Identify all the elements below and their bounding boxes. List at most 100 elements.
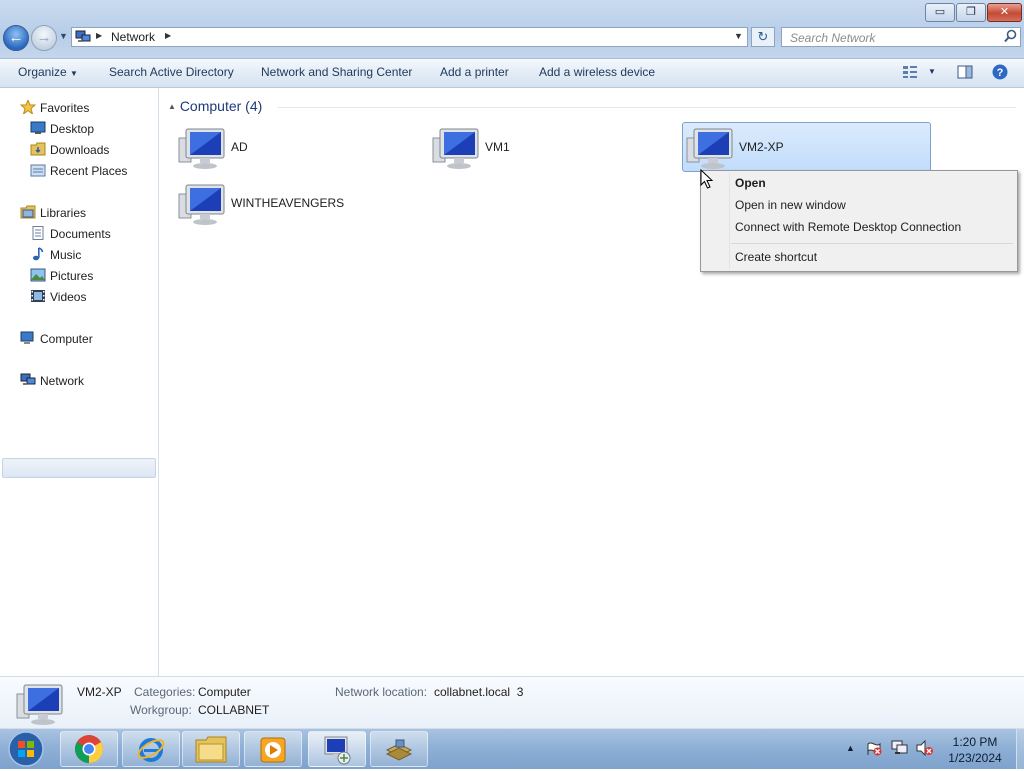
nav-desktop-label: Desktop [50,122,95,136]
volume-muted-icon[interactable] [916,739,934,759]
collapse-arrow-icon[interactable]: ▲ [168,102,176,111]
clock-date: 1/23/2024 [948,751,1002,765]
clock[interactable]: 1:20 PM 1/23/2024 [938,734,1012,766]
selected-nav-highlight [2,458,156,478]
recent-pages-dropdown-icon[interactable]: ▼ [59,31,68,41]
network-status-icon[interactable] [891,740,909,759]
clock-time: 1:20 PM [952,735,998,749]
computer-tile-vm1[interactable]: VM1 [432,122,682,172]
nav-videos[interactable]: Videos [30,289,86,304]
menu-gutter [729,173,730,269]
nav-favorites[interactable]: Favorites [19,98,89,116]
command-bar: Organize ▼ Search Active Directory Netwo… [0,59,1024,88]
computer-name: AD [231,140,248,154]
folder-icon [195,735,227,766]
search-active-directory-button[interactable]: Search Active Directory [109,65,234,79]
add-wireless-device-button[interactable]: Add a wireless device [539,65,655,79]
music-note-icon [30,247,46,261]
nav-downloads[interactable]: Downloads [30,142,109,157]
nav-recent-label: Recent Places [50,164,128,178]
action-center-alert-icon[interactable] [866,740,882,759]
back-button[interactable]: ← [3,25,29,51]
chevron-down-icon: ▼ [70,69,78,78]
add-printer-button[interactable]: Add a printer [440,65,509,79]
nav-libraries[interactable]: Libraries [20,205,86,220]
refresh-icon[interactable]: ↻ [751,27,775,47]
server-manager-icon [384,736,414,767]
start-button[interactable] [7,730,45,771]
taskbar: ▲ 1:20 PM 1/23/2024 [0,728,1024,769]
show-desktop-button[interactable] [1016,729,1024,769]
network-location-label: Network location: [335,685,428,699]
network-computer-icon [432,126,480,173]
computer-tile-vm2-xp[interactable]: VM2-XP [686,122,936,172]
view-dropdown-icon[interactable]: ▼ [928,67,936,76]
minimize-button[interactable]: ▭ [925,3,955,22]
search-icon[interactable] [1004,29,1017,46]
breadcrumb-chevron-icon[interactable]: ▶ [165,31,171,40]
network-location-value: collabnet.local 3 [434,685,524,699]
group-header[interactable]: ▲ Computer (4) [168,98,262,114]
computer-name: VM1 [485,140,510,154]
menu-item-create-shortcut[interactable]: Create shortcut [735,250,817,264]
menu-item-open-new-window[interactable]: Open in new window [735,198,846,212]
svg-text:?: ? [997,67,1004,79]
computer-tile-ad[interactable]: AD [178,122,428,172]
menu-item-connect-rdp[interactable]: Connect with Remote Desktop Connection [735,220,961,234]
nav-downloads-label: Downloads [50,143,110,157]
downloads-folder-icon [30,142,46,156]
breadcrumb-separator-icon[interactable]: ▶ [96,31,102,40]
search-placeholder: Search Network [790,31,876,45]
preview-pane-icon[interactable] [957,65,973,82]
nav-recent-places[interactable]: Recent Places [30,163,127,178]
address-bar[interactable]: ▶ Network ▶ ▼ [71,27,748,47]
forward-button[interactable]: → [31,25,57,51]
taskbar-network-window[interactable] [308,731,366,767]
videos-icon [30,289,46,303]
computer-name: VM2-XP [739,140,784,154]
taskbar-internet-explorer[interactable] [122,731,180,767]
group-title: Computer (4) [179,98,263,114]
nav-desktop[interactable]: Desktop [30,121,94,136]
context-menu: Open Open in new window Connect with Rem… [700,170,1018,272]
workgroup-value: COLLABNET [198,703,270,717]
maximize-button[interactable]: ❐ [956,3,986,22]
view-options-icon[interactable] [902,65,918,82]
computer-icon [20,331,36,345]
address-dropdown-icon[interactable]: ▼ [734,31,743,41]
taskbar-media-player[interactable] [244,731,302,767]
nav-network[interactable]: Network [20,373,84,388]
show-hidden-icons-icon[interactable]: ▲ [846,743,855,753]
nav-music[interactable]: Music [30,247,81,262]
network-icon [20,373,36,387]
taskbar-file-explorer[interactable] [182,731,240,767]
network-computer-icon [178,182,226,229]
network-icon [75,30,91,44]
search-input[interactable]: Search Network [781,27,1021,47]
nav-music-label: Music [50,248,82,262]
taskbar-chrome[interactable] [60,731,118,767]
menu-item-open[interactable]: Open [735,176,766,190]
nav-network-label: Network [40,374,85,388]
computer-name: WINTHEAVENGERS [231,196,345,210]
media-player-icon [259,736,287,767]
taskbar-server-manager[interactable] [370,731,428,767]
navigation-pane: Favorites Desktop Downloads Recent Place… [0,88,159,676]
nav-computer[interactable]: Computer [20,331,93,346]
nav-documents[interactable]: Documents [30,226,111,241]
nav-pictures[interactable]: Pictures [30,268,93,283]
nav-pictures-label: Pictures [50,269,94,283]
details-pane: VM2-XP Categories: Computer Workgroup: C… [0,676,1024,729]
breadcrumb-network[interactable]: Network [111,30,155,44]
group-divider [278,107,1016,108]
chrome-icon [74,734,104,767]
desktop-icon [30,121,46,135]
network-sharing-center-button[interactable]: Network and Sharing Center [261,65,412,79]
close-button[interactable]: ✕ [987,3,1022,22]
help-icon[interactable]: ? [992,64,1008,83]
computer-tile-wintheavengers[interactable]: WINTHEAVENGERS [178,178,428,228]
categories-label: Categories: [134,685,196,699]
categories-value: Computer [198,685,251,699]
details-name: VM2-XP [77,685,122,699]
organize-button[interactable]: Organize ▼ [18,65,78,79]
